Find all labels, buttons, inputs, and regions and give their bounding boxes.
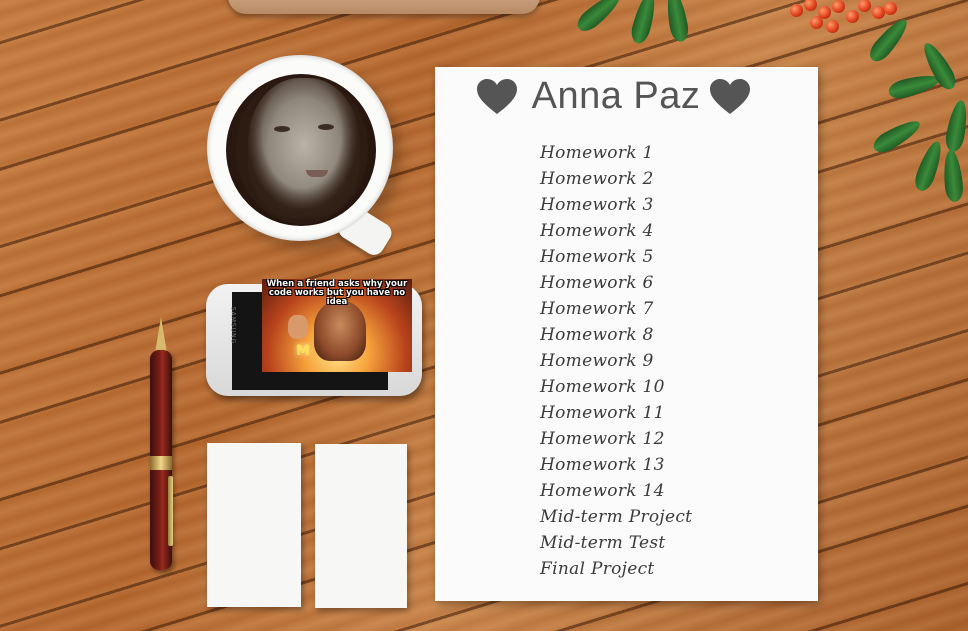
blank-card (315, 444, 407, 608)
assignment-link-homework-1[interactable]: Homework 1 (540, 140, 692, 166)
pen-clip (168, 476, 173, 546)
assignment-link-midterm-project[interactable]: Mid-term Project (540, 504, 692, 530)
portrait-hair (236, 74, 368, 224)
meme-caption: When a friend asks why your code works b… (266, 279, 408, 307)
pen-band (150, 456, 172, 470)
assignment-link-homework-13[interactable]: Homework 13 (540, 452, 692, 478)
assignment-link-homework-5[interactable]: Homework 5 (540, 244, 692, 270)
assignment-list: Homework 1 Homework 2 Homework 3 Homewor… (540, 140, 692, 582)
berry (810, 16, 823, 29)
heart-icon-graphic (477, 79, 517, 114)
phone-brand-label: SAMSUNG (229, 306, 237, 345)
assignment-link-homework-10[interactable]: Homework 10 (540, 374, 692, 400)
berry (884, 2, 897, 15)
berry (826, 20, 839, 33)
assignment-link-homework-8[interactable]: Homework 8 (540, 322, 692, 348)
page-title: Anna Paz (531, 75, 701, 117)
assignment-link-homework-9[interactable]: Homework 9 (540, 348, 692, 374)
assignment-link-homework-11[interactable]: Homework 11 (540, 400, 692, 426)
meme-image: M When a friend asks why your code works… (262, 279, 412, 372)
berry (790, 4, 803, 17)
heart-icon-graphic (710, 79, 750, 114)
meme-overlay-text: M (296, 343, 310, 359)
assignment-link-homework-2[interactable]: Homework 2 (540, 166, 692, 192)
coffee-portrait-image (226, 74, 376, 226)
berry (832, 0, 845, 13)
wooden-board (228, 0, 540, 14)
meme-person (314, 301, 366, 361)
berry (846, 10, 859, 23)
assignment-link-homework-3[interactable]: Homework 3 (540, 192, 692, 218)
assignment-link-final-project[interactable]: Final Project (540, 556, 692, 582)
assignment-link-midterm-test[interactable]: Mid-term Test (540, 530, 692, 556)
assignment-link-homework-7[interactable]: Homework 7 (540, 296, 692, 322)
assignment-link-homework-4[interactable]: Homework 4 (540, 218, 692, 244)
meme-hand (288, 315, 308, 339)
assignment-link-homework-6[interactable]: Homework 6 (540, 270, 692, 296)
assignment-link-homework-12[interactable]: Homework 12 (540, 426, 692, 452)
pen-tip (155, 317, 167, 353)
blank-card (207, 443, 301, 607)
assignment-link-homework-14[interactable]: Homework 14 (540, 478, 692, 504)
